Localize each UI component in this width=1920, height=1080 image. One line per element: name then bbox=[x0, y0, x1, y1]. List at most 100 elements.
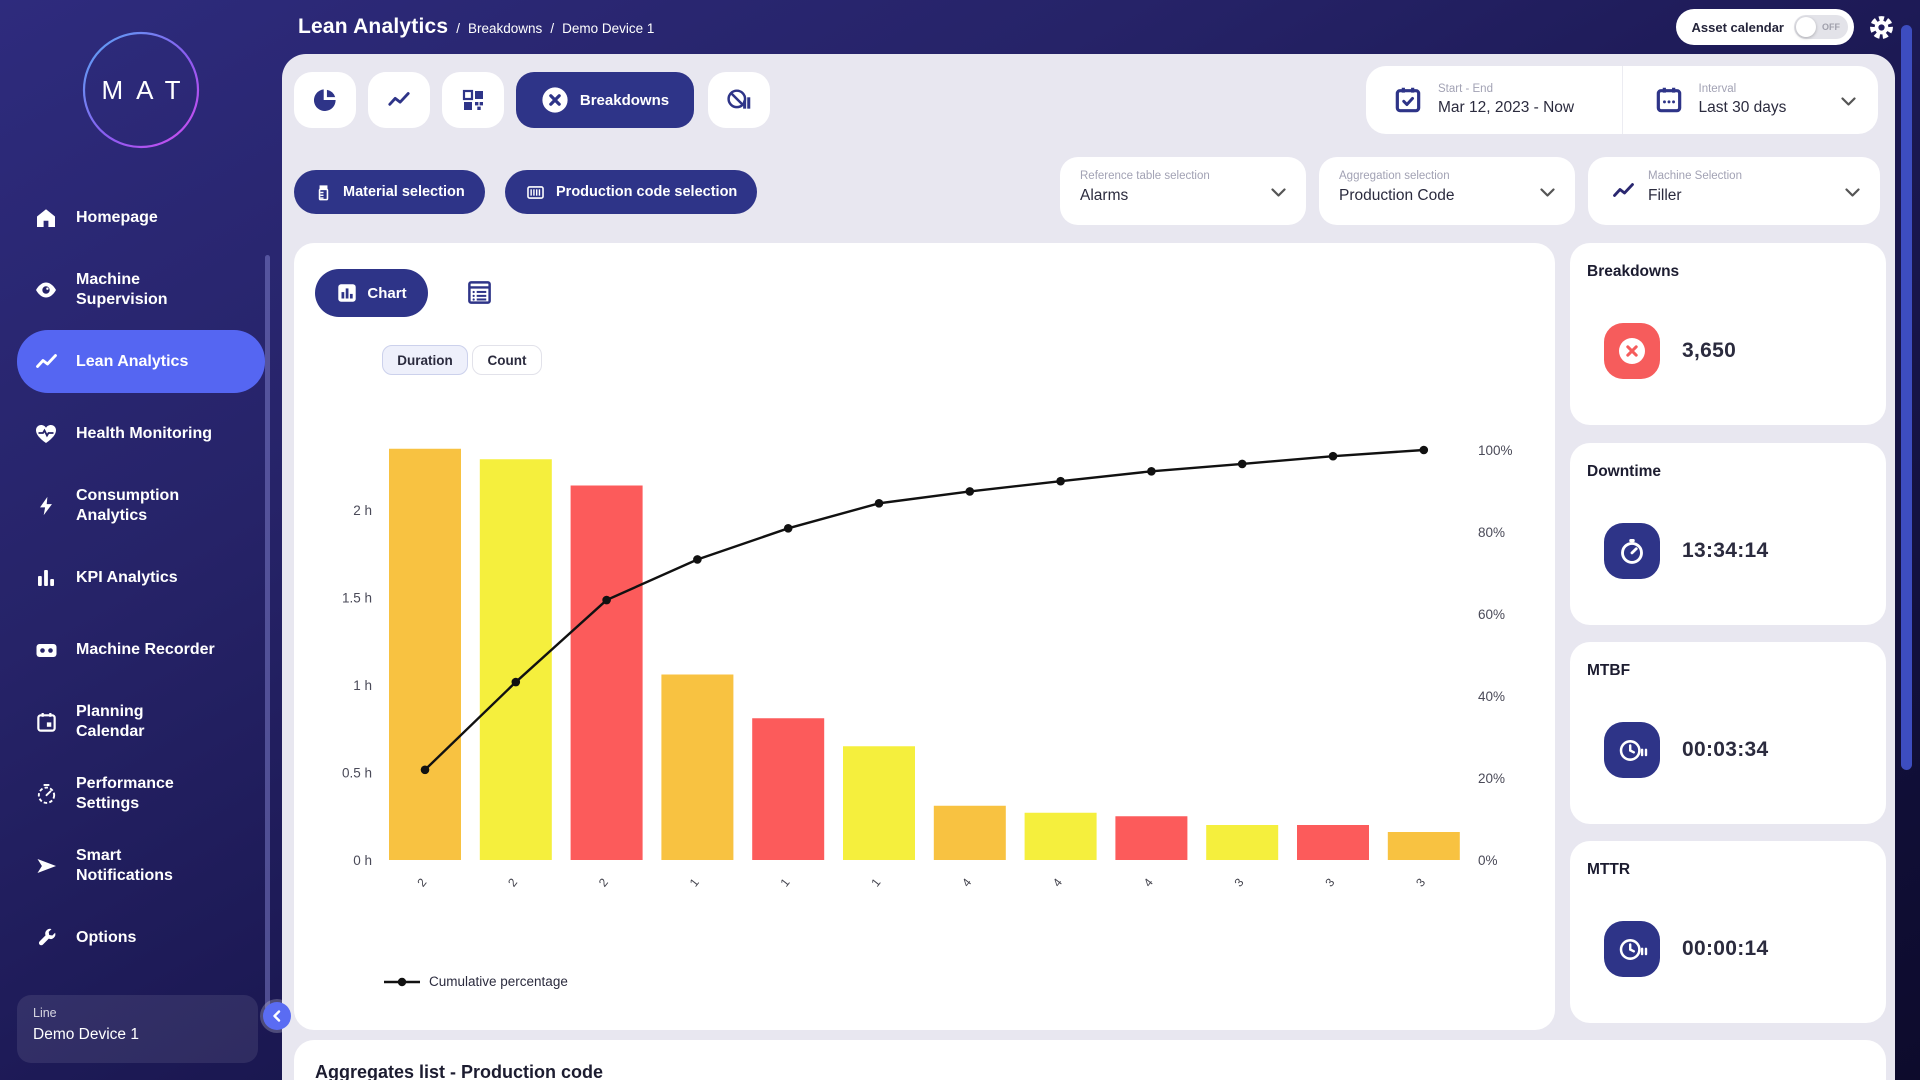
y-right-tick: 40% bbox=[1478, 689, 1505, 704]
sidebar: MAT Homepage Machine Supervision Lean An… bbox=[0, 0, 282, 1080]
asset-calendar-toggle-pill[interactable]: Asset calendar OFF bbox=[1676, 9, 1855, 45]
cumulative-point[interactable] bbox=[512, 678, 521, 687]
pareto-bar[interactable] bbox=[1115, 816, 1187, 860]
aggregates-card: Aggregates list - Production code bbox=[294, 1040, 1886, 1080]
x-tick: 2 bbox=[505, 875, 520, 889]
sidebar-nav: Homepage Machine Supervision Lean Analyt… bbox=[17, 186, 265, 978]
sidebar-item-smart-notifications[interactable]: Smart Notifications bbox=[17, 834, 265, 897]
stat-title: Breakdowns bbox=[1587, 263, 1869, 281]
legend-label: Cumulative percentage bbox=[429, 974, 568, 989]
start-end-picker[interactable]: Start - End Mar 12, 2023 - Now bbox=[1366, 66, 1622, 134]
pareto-bar[interactable] bbox=[389, 449, 461, 860]
gear-icon bbox=[1868, 14, 1895, 41]
y-right-tick: 80% bbox=[1478, 525, 1505, 540]
sidebar-scrollbar[interactable] bbox=[265, 255, 270, 1010]
asset-calendar-switch[interactable]: OFF bbox=[1794, 15, 1848, 39]
tab-breakdowns-label: Breakdowns bbox=[580, 92, 669, 109]
stat-card-downtime: Downtime 13:34:14 bbox=[1570, 443, 1886, 625]
breadcrumb-separator: / bbox=[550, 21, 554, 36]
tab-pie-view[interactable] bbox=[294, 72, 356, 128]
sidebar-item-homepage[interactable]: Homepage bbox=[17, 186, 265, 249]
home-icon bbox=[33, 206, 59, 230]
y-right-tick: 100% bbox=[1478, 443, 1513, 458]
aggregates-title: Aggregates list - Production code bbox=[315, 1062, 1865, 1080]
sidebar-item-options[interactable]: Options bbox=[17, 906, 265, 969]
reference-table-select[interactable]: Reference table selection Alarms bbox=[1060, 157, 1306, 225]
sidebar-item-planning-calendar[interactable]: Planning Calendar bbox=[17, 690, 265, 753]
page-scrollbar[interactable] bbox=[1901, 25, 1912, 770]
stat-value: 3,650 bbox=[1682, 339, 1736, 363]
topbar: Lean Analytics / Breakdowns / Demo Devic… bbox=[282, 0, 1920, 54]
pareto-bar[interactable] bbox=[752, 718, 824, 860]
cumulative-point[interactable] bbox=[693, 555, 702, 564]
pareto-bar[interactable] bbox=[661, 675, 733, 861]
breadcrumb-item[interactable]: Demo Device 1 bbox=[562, 21, 654, 36]
stat-title: Downtime bbox=[1587, 463, 1869, 481]
aggregation-value: Production Code bbox=[1339, 187, 1555, 205]
page-title: Lean Analytics bbox=[298, 15, 448, 39]
cumulative-point[interactable] bbox=[421, 766, 430, 775]
sidebar-item-lean-analytics[interactable]: Lean Analytics bbox=[17, 330, 265, 393]
sidebar-item-machine-recorder[interactable]: Machine Recorder bbox=[17, 618, 265, 681]
calendar-check-icon bbox=[1392, 84, 1424, 116]
sidebar-item-label: KPI Analytics bbox=[76, 568, 178, 588]
x-tick: 4 bbox=[1141, 875, 1156, 889]
y-left-tick: 1 h bbox=[353, 678, 372, 693]
pareto-bar[interactable] bbox=[1388, 832, 1460, 860]
cumulative-point[interactable] bbox=[875, 499, 884, 508]
sidebar-item-performance-settings[interactable]: Performance Settings bbox=[17, 762, 265, 825]
chevron-down-icon bbox=[1845, 185, 1860, 203]
machine-select[interactable]: Machine Selection Filler bbox=[1588, 157, 1880, 225]
pareto-bar[interactable] bbox=[1206, 825, 1278, 860]
cumulative-point[interactable] bbox=[966, 487, 975, 496]
pareto-bar[interactable] bbox=[571, 486, 643, 861]
aggregation-select[interactable]: Aggregation selection Production Code bbox=[1319, 157, 1575, 225]
toggle-knob bbox=[1796, 17, 1816, 37]
x-tick: 3 bbox=[1322, 875, 1337, 889]
cumulative-point[interactable] bbox=[1329, 452, 1338, 461]
tab-breakdowns-active[interactable]: Breakdowns bbox=[516, 72, 694, 128]
sidebar-item-machine-supervision[interactable]: Machine Supervision bbox=[17, 258, 265, 321]
pareto-bar[interactable] bbox=[843, 746, 915, 860]
cumulative-point[interactable] bbox=[784, 524, 793, 533]
settings-gear-button[interactable] bbox=[1868, 14, 1895, 41]
sidebar-item-kpi-analytics[interactable]: KPI Analytics bbox=[17, 546, 265, 609]
cumulative-point[interactable] bbox=[602, 596, 611, 605]
tab-no-data-view[interactable] bbox=[708, 72, 770, 128]
logo-text: MAT bbox=[81, 30, 201, 150]
toggle-state-label: OFF bbox=[1822, 22, 1840, 32]
breadcrumb: Lean Analytics / Breakdowns / Demo Devic… bbox=[282, 15, 654, 39]
pareto-bar[interactable] bbox=[1297, 825, 1369, 860]
sidebar-item-consumption-analytics[interactable]: Consumption Analytics bbox=[17, 474, 265, 537]
breadcrumb-item[interactable]: Breakdowns bbox=[468, 21, 542, 36]
sidebar-item-label: Homepage bbox=[76, 208, 158, 228]
sidebar-item-label: Smart Notifications bbox=[76, 846, 173, 885]
x-circle-icon bbox=[1604, 323, 1660, 379]
pareto-bar[interactable] bbox=[1025, 813, 1097, 860]
cumulative-point[interactable] bbox=[1147, 467, 1156, 476]
pareto-bar[interactable] bbox=[934, 806, 1006, 860]
cumulative-point[interactable] bbox=[1056, 477, 1065, 486]
cumulative-point[interactable] bbox=[1238, 460, 1247, 469]
device-name: Demo Device 1 bbox=[33, 1026, 242, 1044]
y-left-tick: 1.5 h bbox=[342, 591, 372, 606]
sidebar-item-health-monitoring[interactable]: Health Monitoring bbox=[17, 402, 265, 465]
production-code-selection-button[interactable]: Production code selection bbox=[505, 170, 757, 214]
sidebar-collapse-button[interactable] bbox=[263, 1002, 291, 1030]
tab-grid-view[interactable] bbox=[442, 72, 504, 128]
start-end-value: Mar 12, 2023 - Now bbox=[1438, 99, 1574, 117]
device-card[interactable]: Line Demo Device 1 bbox=[17, 995, 258, 1063]
material-icon bbox=[314, 183, 333, 202]
cumulative-point[interactable] bbox=[1420, 446, 1429, 455]
reference-table-label: Reference table selection bbox=[1080, 170, 1286, 182]
reference-table-value: Alarms bbox=[1080, 187, 1286, 205]
interval-label: Interval bbox=[1699, 83, 1787, 95]
y-right-tick: 60% bbox=[1478, 607, 1505, 622]
interval-select[interactable]: Interval Last 30 days bbox=[1622, 66, 1879, 134]
tab-trend-view[interactable] bbox=[368, 72, 430, 128]
no-data-chart-icon bbox=[726, 87, 752, 113]
sidebar-item-label: Health Monitoring bbox=[76, 424, 212, 444]
stat-value: 00:03:34 bbox=[1682, 738, 1768, 762]
stat-card-breakdowns: Breakdowns 3,650 bbox=[1570, 243, 1886, 425]
material-selection-button[interactable]: Material selection bbox=[294, 170, 485, 214]
